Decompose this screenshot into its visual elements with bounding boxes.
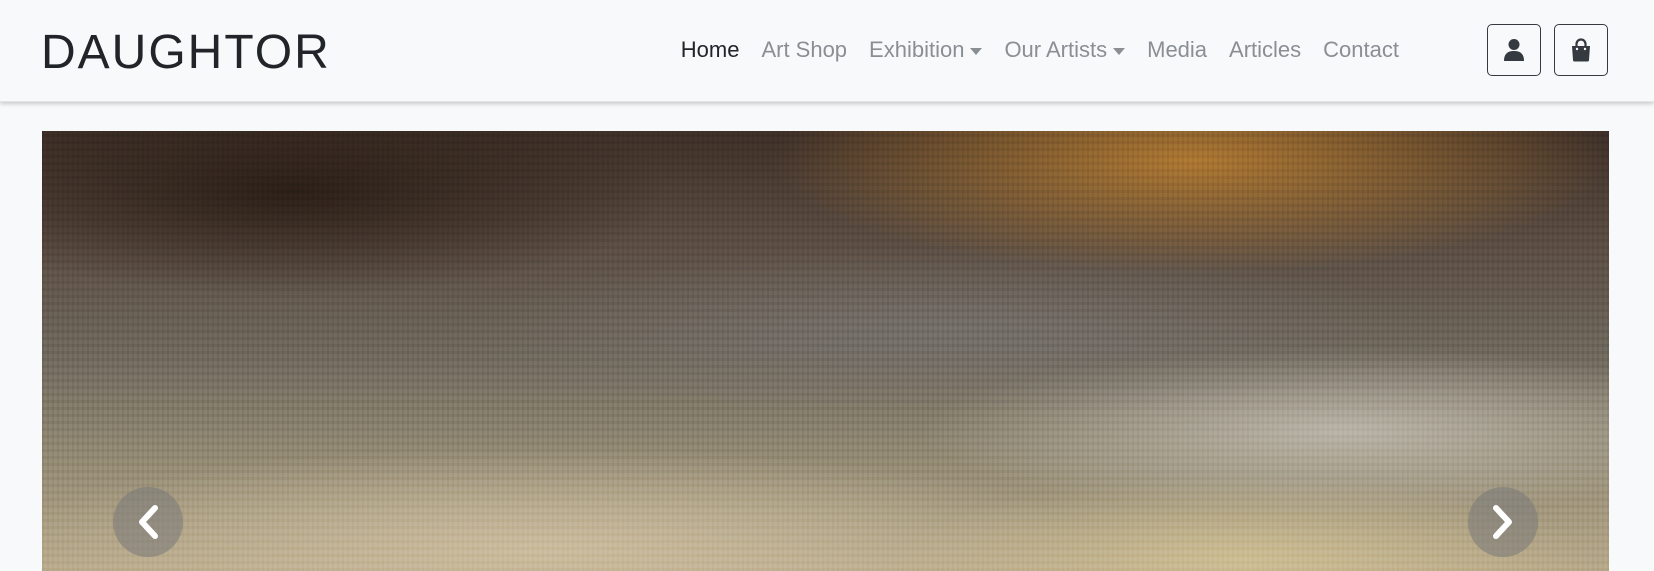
chevron-left-icon bbox=[139, 505, 158, 539]
caret-down-icon bbox=[1113, 47, 1126, 55]
nav-item-contact[interactable]: Contact bbox=[1323, 37, 1399, 63]
hero-carousel bbox=[42, 131, 1609, 571]
nav-item-our-artists[interactable]: Our Artists bbox=[1004, 37, 1126, 63]
caret-down-icon bbox=[970, 47, 983, 55]
nav-item-label: Art Shop bbox=[761, 37, 848, 62]
carousel-prev-button[interactable] bbox=[113, 487, 183, 557]
nav-item-media[interactable]: Media bbox=[1147, 37, 1207, 63]
nav-item-label: Home bbox=[680, 37, 740, 62]
nav-item-label: Media bbox=[1147, 37, 1208, 62]
main-nav: Home Art Shop Exhibition Our Artists Med… bbox=[659, 34, 1399, 66]
nav-item-label: Articles bbox=[1229, 37, 1302, 62]
chevron-right-icon bbox=[1493, 505, 1512, 539]
user-icon bbox=[1504, 39, 1524, 61]
account-button[interactable] bbox=[1487, 24, 1541, 76]
brand-logo[interactable]: DAUGHTOR bbox=[41, 24, 331, 82]
nav-item-home[interactable]: Home bbox=[681, 37, 740, 63]
cart-button[interactable] bbox=[1554, 24, 1608, 76]
nav-item-label: Contact bbox=[1323, 37, 1399, 62]
nav-item-label: Our Artists bbox=[1004, 37, 1108, 62]
shopping-bag-icon bbox=[1572, 38, 1590, 62]
nav-item-label: Exhibition bbox=[869, 37, 965, 62]
nav-item-articles[interactable]: Articles bbox=[1229, 37, 1301, 63]
top-navbar: DAUGHTOR Home Art Shop Exhibition Our Ar… bbox=[0, 0, 1654, 102]
nav-item-art-shop[interactable]: Art Shop bbox=[761, 37, 847, 63]
nav-item-exhibition[interactable]: Exhibition bbox=[869, 37, 983, 63]
artwork-image bbox=[42, 131, 1609, 571]
carousel-next-button[interactable] bbox=[1468, 487, 1538, 557]
